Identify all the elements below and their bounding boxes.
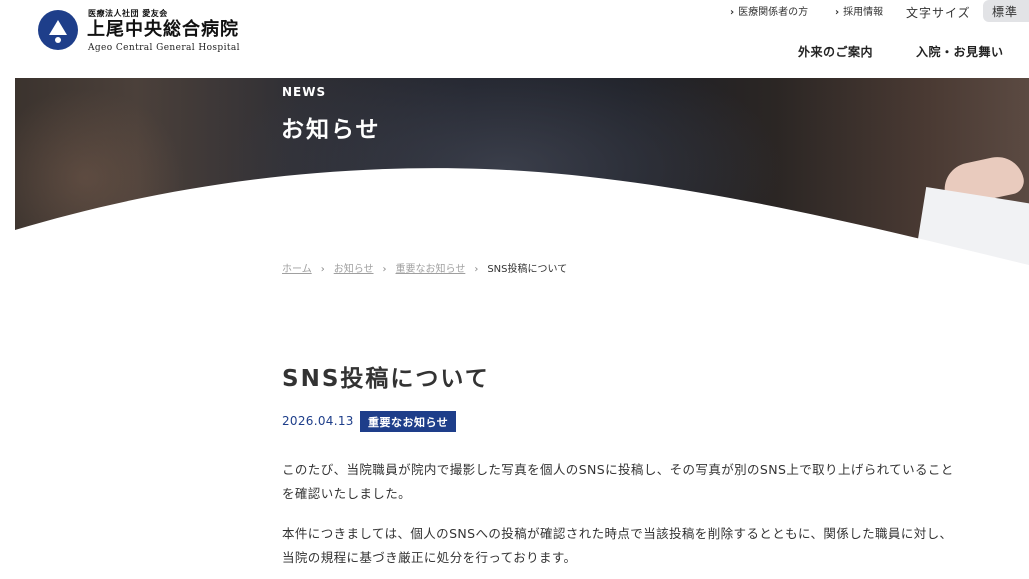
breadcrumb-news[interactable]: お知らせ (334, 264, 374, 275)
article-date: 2026.04.13 (282, 414, 354, 428)
chevron-right-icon: › (382, 264, 387, 275)
breadcrumb-current: SNS投稿について (487, 264, 568, 275)
font-size-standard-button[interactable]: 標準 (983, 0, 1029, 22)
logo-hospital-name[interactable]: 上尾中央総合病院 (87, 19, 239, 41)
article-category-badge[interactable]: 重要なお知らせ (360, 411, 457, 432)
chevron-right-icon: › (474, 264, 479, 275)
gnav-outpatient[interactable]: 外来のご案内 (798, 43, 873, 60)
site-header: 医療法人社団 愛友会 上尾中央総合病院 Ageo Central General… (0, 0, 1029, 78)
article-title: SNS投稿について (282, 366, 490, 392)
chevron-right-icon: › (730, 7, 735, 18)
gnav-inpatient[interactable]: 入院・お見舞い (916, 43, 1004, 60)
chevron-right-icon: › (320, 264, 325, 275)
chevron-right-icon: › (835, 7, 840, 18)
util-link-recruit[interactable]: › 採用情報 (835, 6, 883, 20)
breadcrumb-home[interactable]: ホーム (282, 264, 312, 275)
hero-banner (15, 78, 1029, 268)
hero-title: お知らせ (281, 117, 381, 143)
article-paragraph: このたび、当院職員が院内で撮影した写真を個人のSNSに投稿し、その写真が別のSN… (282, 462, 954, 501)
util-link-medical-professionals[interactable]: › 医療関係者の方 (730, 6, 808, 20)
logo-english-name: Ageo Central General Hospital (88, 43, 240, 53)
hero-label: NEWS (282, 85, 327, 99)
logo-corporation: 医療法人社団 愛友会 (88, 9, 168, 18)
font-size-label: 文字サイズ (906, 6, 971, 20)
breadcrumb: ホーム › お知らせ › 重要なお知らせ › SNS投稿について (282, 260, 567, 275)
breadcrumb-important-news[interactable]: 重要なお知らせ (396, 264, 466, 275)
hero-wave-shape (15, 168, 1029, 268)
hospital-logo-icon[interactable] (38, 10, 78, 50)
article-paragraph: 本件につきましては、個人のSNSへの投稿が確認された時点で当該投稿を削除するとと… (282, 526, 953, 565)
